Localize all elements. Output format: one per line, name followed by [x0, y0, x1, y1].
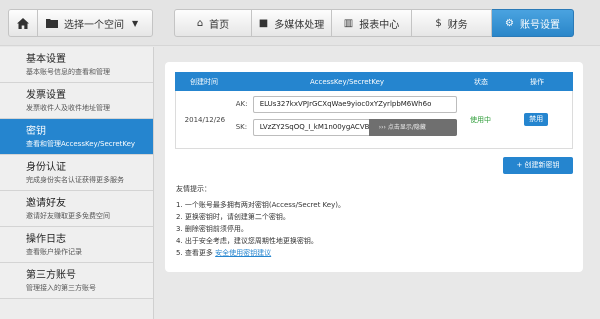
home-icon: ⌂ — [196, 17, 204, 29]
sidebar-item-title: 密钥 — [26, 126, 46, 137]
sidebar: 基本设置 基本账号信息的查看和管理 发票设置 发票收件人及收件地址管理 密钥 查… — [0, 47, 154, 319]
video-camera-icon: ■ — [258, 17, 269, 29]
tip-item: 2. 更换密钥时，请创建第二个密钥。 — [176, 213, 290, 221]
access-key-field[interactable]: ELUs327kxVPJrGCXqWae9yioc0xYZyrlpbM6Wh6o — [252, 95, 457, 113]
security-tips-link[interactable]: 安全使用密钥建议 — [215, 249, 271, 257]
disable-button[interactable]: 禁用 — [524, 113, 549, 126]
reveal-label: 点击显示/隐藏 — [387, 123, 426, 131]
sidebar-item-identity[interactable]: 身份认证 完成身份实名认证获得更多服务 — [0, 155, 153, 191]
created-date: 2014/12/26 — [184, 115, 226, 124]
bar-chart-icon: ▥ — [343, 17, 354, 29]
tip-item: 3. 删除密钥前须停用。 — [176, 225, 248, 233]
sidebar-item-desc: 发票收件人及收件地址管理 — [26, 104, 110, 112]
keys-table: 创建时间 AccessKey/SecretKey 状态 操作 2014/12/2… — [175, 72, 573, 149]
home-button[interactable] — [8, 9, 38, 37]
nav-multimedia-label: 多媒体处理 — [274, 19, 325, 31]
nav-reports-label: 报表中心 — [359, 19, 400, 31]
tips-list: 1. 一个账号最多拥有两对密钥(Access/Secret Key)。 2. 更… — [176, 199, 345, 259]
header-keys: AccessKey/SecretKey — [309, 77, 385, 86]
nav-finance-label: 财务 — [447, 19, 468, 31]
sidebar-item-invite-friends[interactable]: 邀请好友 邀请好友赚取更多免费空间 — [0, 191, 153, 227]
sidebar-item-title: 身份认证 — [26, 162, 66, 173]
header-action: 操作 — [530, 77, 544, 86]
sidebar-item-third-party[interactable]: 第三方账号 管理接入的第三方账号 — [0, 263, 153, 299]
tip-item: 1. 一个账号最多拥有两对密钥(Access/Secret Key)。 — [176, 201, 345, 209]
nav-reports[interactable]: ▥ 报表中心 — [332, 9, 412, 37]
status-badge: 使用中 — [469, 115, 491, 124]
sidebar-item-title: 发票设置 — [26, 90, 66, 101]
folder-icon — [46, 19, 58, 28]
action-cell: 禁用 — [500, 113, 572, 126]
sidebar-item-basic-settings[interactable]: 基本设置 基本账号信息的查看和管理 — [0, 47, 153, 83]
sk-label: SK: — [235, 122, 248, 131]
sidebar-item-desc: 查看账户操作记录 — [26, 248, 82, 256]
sidebar-item-desc: 邀请好友赚取更多免费空间 — [26, 212, 110, 220]
dollar-icon: $ — [435, 17, 442, 29]
tip-item: 4. 出于安全考虑，建议您周期性地更换密钥。 — [176, 237, 318, 245]
sidebar-item-title: 操作日志 — [26, 234, 66, 245]
table-row: 2014/12/26 AK: ELUs327kxVPJrGCXqWae9yioc… — [175, 91, 573, 149]
create-key-button[interactable]: + 创建新密钥 — [503, 157, 573, 174]
space-select-label: 选择一个空间 — [64, 19, 124, 31]
space-select[interactable]: 选择一个空间 ▼ — [37, 9, 153, 37]
nav-finance[interactable]: $ 财务 — [412, 9, 492, 37]
nav-home-label: 首页 — [209, 19, 230, 31]
sidebar-item-title: 第三方账号 — [26, 270, 76, 281]
home-icon — [17, 17, 29, 29]
sidebar-item-title: 邀请好友 — [26, 198, 66, 209]
key-pair: AK: ELUs327kxVPJrGCXqWae9yioc0xYZyrlpbM6… — [234, 91, 461, 149]
tip-prefix: 5. 查看更多 — [176, 249, 213, 257]
sidebar-item-desc: 管理接入的第三方账号 — [26, 284, 96, 292]
reveal-secret-button[interactable]: ››› 点击显示/隐藏 — [368, 118, 457, 136]
double-chevron-right-icon: ››› — [378, 123, 388, 131]
sidebar-item-title: 基本设置 — [26, 54, 66, 65]
nav-multimedia[interactable]: ■ 多媒体处理 — [252, 9, 332, 37]
sidebar-item-operation-log[interactable]: 操作日志 查看账户操作记录 — [0, 227, 153, 263]
header-status: 状态 — [474, 77, 488, 86]
caret-down-icon: ▼ — [132, 18, 139, 28]
tips-title: 友情提示： — [176, 185, 211, 193]
table-header: 创建时间 AccessKey/SecretKey 状态 操作 — [175, 72, 573, 91]
sidebar-item-keys[interactable]: 密钥 查看和管理AccessKey/SecretKey — [0, 119, 153, 155]
sidebar-item-invoice-settings[interactable]: 发票设置 发票收件人及收件地址管理 — [0, 83, 153, 119]
sidebar-item-desc: 完成身份实名认证获得更多服务 — [26, 176, 124, 184]
gear-icon: ⚙ — [505, 17, 514, 29]
sidebar-item-desc: 基本账号信息的查看和管理 — [26, 68, 110, 76]
nav-account-settings[interactable]: ⚙ 账号设置 — [492, 9, 574, 37]
keys-panel: 创建时间 AccessKey/SecretKey 状态 操作 2014/12/2… — [165, 62, 583, 272]
header-created: 创建时间 — [190, 77, 218, 86]
tip-item: 5. 查看更多 安全使用密钥建议 — [176, 247, 345, 259]
nav-account-settings-label: 账号设置 — [519, 19, 560, 31]
main-nav: ⌂ 首页 ■ 多媒体处理 ▥ 报表中心 $ 财务 ⚙ 账号设置 — [174, 9, 574, 37]
nav-home[interactable]: ⌂ 首页 — [174, 9, 252, 37]
sidebar-item-desc: 查看和管理AccessKey/SecretKey — [26, 140, 136, 148]
top-bar: 选择一个空间 ▼ ⌂ 首页 ■ 多媒体处理 ▥ 报表中心 $ 财务 ⚙ 账号设置 — [0, 0, 600, 46]
ak-label: AK: — [235, 99, 248, 108]
